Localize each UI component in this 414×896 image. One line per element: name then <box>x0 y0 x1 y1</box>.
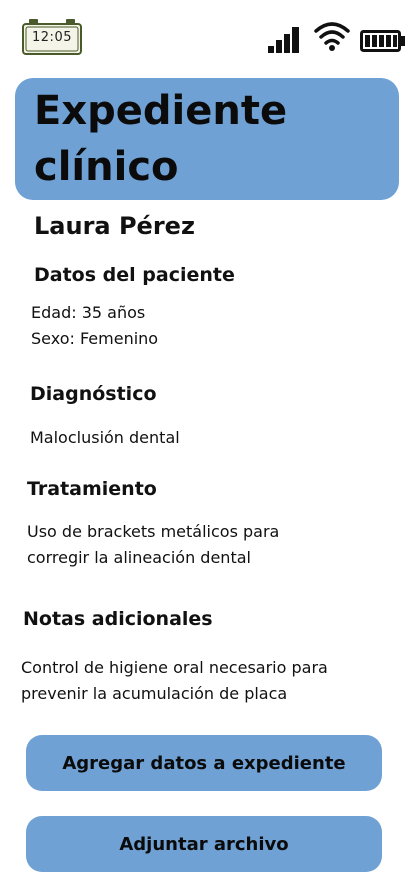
signal-icon <box>268 27 299 53</box>
page-title-line-2: clínico <box>34 144 179 190</box>
wifi-icon <box>314 22 350 51</box>
patient-name: Laura Pérez <box>34 212 195 240</box>
patient-data-heading: Datos del paciente <box>34 264 235 286</box>
treatment-text: Uso de brackets metálicos para corregir … <box>27 519 279 571</box>
diagnosis-value: Maloclusión dental <box>30 428 180 447</box>
notes-heading: Notas adicionales <box>23 608 213 630</box>
add-record-data-button[interactable]: Agregar datos a expediente <box>26 735 382 791</box>
notes-text: Control de higiene oral necesario para p… <box>21 655 328 707</box>
diagnosis-text: Maloclusión dental <box>30 425 180 451</box>
battery-icon <box>360 30 405 52</box>
treatment-line-2: corregir la alineación dental <box>27 548 251 567</box>
patient-data-block: Edad: 35 años Sexo: Femenino <box>31 300 158 352</box>
treatment-heading: Tratamiento <box>27 478 157 500</box>
notes-line-2: prevenir la acumulación de placa <box>21 684 288 703</box>
page-title: Expediente clínico <box>34 83 364 195</box>
treatment-line-1: Uso de brackets metálicos para <box>27 522 280 541</box>
page-title-line-1: Expediente <box>34 88 288 134</box>
diagnosis-heading: Diagnóstico <box>30 383 157 405</box>
status-time: 12:05 <box>32 30 72 45</box>
clock-icon: 12:05 <box>21 18 82 55</box>
patient-sex: Sexo: Femenino <box>31 329 159 348</box>
attach-file-button[interactable]: Adjuntar archivo <box>26 816 382 872</box>
patient-age: Edad: 35 años <box>31 303 146 322</box>
notes-line-1: Control de higiene oral necesario para <box>21 658 328 677</box>
